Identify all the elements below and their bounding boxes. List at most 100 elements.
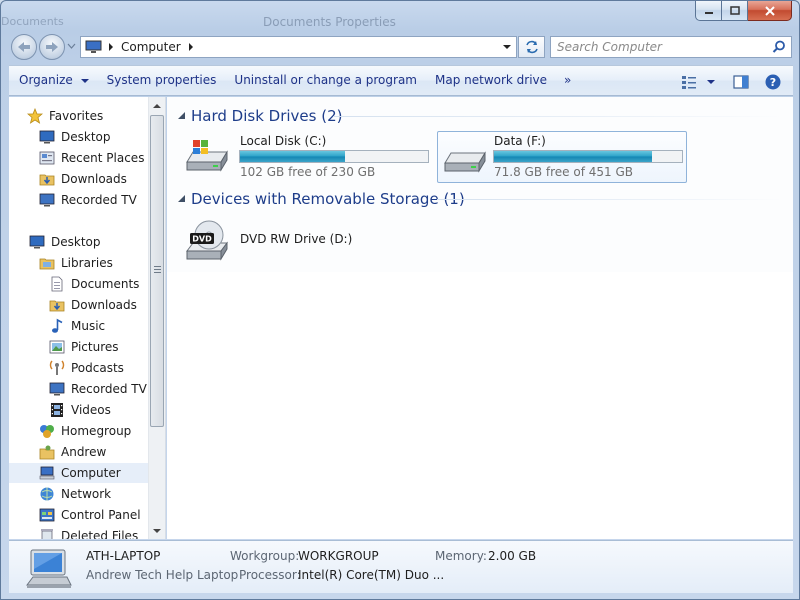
change-view-button[interactable] [675,66,703,97]
search-input[interactable] [551,37,761,57]
nav-lib-recorded-tv[interactable]: Recorded TV [49,379,147,399]
nav-libraries[interactable]: Libraries [39,253,113,273]
uninstall-program-button[interactable]: Uninstall or change a program [225,65,426,96]
nav-label: Recent Places [61,151,145,165]
address-bar[interactable]: Computer [80,36,517,58]
memory-label: Memory: [435,549,487,563]
workgroup-label: Workgroup: [230,549,300,563]
command-bar: Organize System properties Uninstall or … [9,65,793,96]
back-arrow-icon [18,42,30,52]
collapse-triangle-icon [178,112,185,119]
nav-lib-downloads[interactable]: Downloads [49,295,137,315]
computer-icon [85,40,102,53]
recent-pages-dropdown-icon[interactable] [67,43,76,49]
scroll-grip-icon [154,266,161,275]
more-commands-button[interactable]: » [556,65,579,96]
desktop-icon [29,234,45,250]
scroll-thumb[interactable] [150,115,164,427]
nav-lib-videos[interactable]: Videos [49,400,111,420]
drive-usage-bar [239,150,429,163]
music-note-icon [49,318,65,334]
chevron-down-icon [80,79,89,83]
refresh-button[interactable] [518,36,545,58]
drive-local-disk-c[interactable]: Local Disk (C:) 102 GB free of 230 GB [183,131,433,183]
nav-label: Control Panel [61,508,141,522]
breadcrumb-separator-icon[interactable] [107,42,115,52]
film-strip-icon [49,402,65,418]
nav-label: Recorded TV [71,382,147,396]
drive-data-f[interactable]: Data (F:) 71.8 GB free of 451 GB [437,131,687,183]
forward-button[interactable] [39,34,65,60]
memory-value: 2.00 GB [488,549,537,563]
group-divider [333,116,783,117]
dvd-badge: DVD [192,235,212,244]
nav-lib-documents[interactable]: Documents [49,274,139,294]
workgroup-value: WORKGROUP [298,549,379,563]
dvd-drive-icon: DVD [186,220,228,261]
group-title: Devices with Removable Storage (1) [191,190,465,208]
svg-text:?: ? [770,76,776,89]
nav-desktop[interactable]: Desktop [29,232,101,252]
help-button[interactable]: ? [759,66,787,97]
search-icon[interactable] [772,40,786,54]
nav-user-andrew[interactable]: Andrew [39,442,106,462]
chevron-down-icon [707,79,715,84]
computer-icon [39,465,55,481]
breadcrumb-computer[interactable]: Computer [121,40,181,54]
nav-label: Videos [71,403,111,417]
minimize-button[interactable] [695,1,722,21]
system-properties-button[interactable]: System properties [98,65,226,96]
preview-pane-icon [733,74,749,89]
search-box[interactable] [550,36,792,58]
maximize-icon [729,5,740,15]
nav-network[interactable]: Network [39,484,111,504]
chevron-down-icon [153,529,161,533]
nav-deleted-files[interactable]: Deleted Files [39,526,138,539]
network-icon [39,486,55,502]
explorer-window: Documents Documents Properties Computer [0,0,800,600]
scroll-down-button[interactable] [149,523,165,539]
map-network-drive-button[interactable]: Map network drive [426,65,556,96]
nav-scrollbar[interactable] [148,97,165,539]
organize-menu[interactable]: Organize [9,65,98,96]
address-history-dropdown-icon[interactable] [502,43,512,51]
chevron-up-icon [153,104,161,108]
content-pane: Hard Disk Drives (2) Local Disk (C:) 102… [167,97,793,539]
processor-value: Intel(R) Core(TM) Duo ... [298,568,445,582]
close-button[interactable] [748,1,792,21]
nav-label: Homegroup [61,424,132,438]
refresh-icon [525,40,538,54]
organize-label: Organize [19,73,73,87]
nav-homegroup[interactable]: Homegroup [39,421,131,441]
group-title: Hard Disk Drives (2) [191,107,343,125]
drive-name: Data (F:) [494,134,546,148]
nav-label: Downloads [71,298,137,312]
nav-fav-downloads[interactable]: Downloads [39,169,127,189]
nav-computer[interactable]: Computer [9,463,149,483]
recorded-tv-icon [49,381,65,397]
nav-lib-music[interactable]: Music [49,316,105,336]
drive-dvd-rw-d[interactable]: DVD DVD RW Drive (D:) [183,214,433,266]
nav-control-panel[interactable]: Control Panel [39,505,141,525]
back-button[interactable] [11,34,37,60]
computer-monitor-icon [26,549,72,588]
drive-usage-fill [240,151,345,162]
breadcrumb-separator-icon[interactable] [187,42,195,52]
preview-pane-button[interactable] [727,66,755,97]
view-dropdown-button[interactable] [703,66,719,97]
recent-places-icon [39,150,55,166]
nav-lib-pictures[interactable]: Pictures [49,337,119,357]
podcasts-icon [49,360,65,376]
scroll-up-button[interactable] [149,98,165,114]
nav-fav-desktop[interactable]: Desktop [39,127,111,147]
nav-label: Downloads [61,172,127,186]
nav-lib-podcasts[interactable]: Podcasts [49,358,124,378]
forward-arrow-icon [46,42,58,52]
group-removable-storage[interactable]: Devices with Removable Storage (1) [177,188,465,210]
downloads-folder-icon [49,297,65,313]
nav-fav-recent-places[interactable]: Recent Places [39,148,144,168]
maximize-button[interactable] [722,1,748,21]
nav-fav-recorded-tv[interactable]: Recorded TV [39,190,137,210]
group-hard-disk-drives[interactable]: Hard Disk Drives (2) [177,105,342,127]
nav-favorites[interactable]: Favorites [27,106,103,126]
